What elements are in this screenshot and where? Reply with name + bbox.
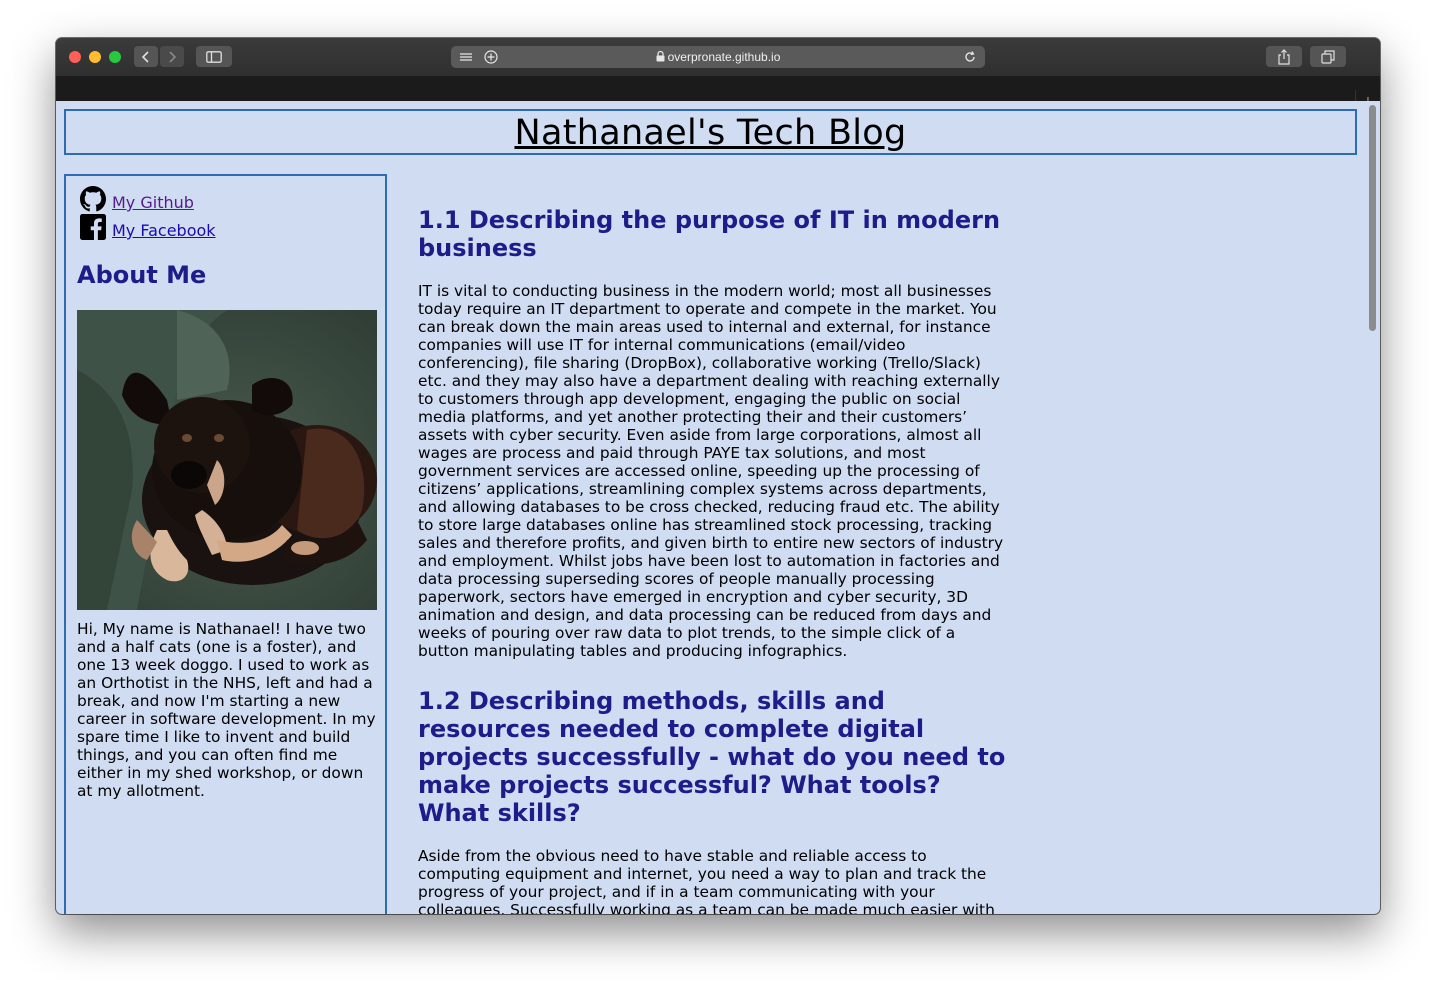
forward-button[interactable] (160, 46, 184, 67)
article-heading: 1.2 Describing methods, skills and resou… (418, 687, 1006, 827)
lock-icon (656, 50, 665, 62)
chevron-left-icon (142, 50, 149, 63)
sidebar: My Github My Facebook About Me Hi, My na… (64, 174, 387, 914)
page-viewport: Nathanael's Tech Blog My Github My Faceb… (56, 101, 1366, 914)
close-window-button[interactable] (69, 51, 81, 63)
github-link[interactable]: My Github (112, 194, 194, 212)
sidebar-icon (206, 50, 222, 63)
tab-strip: + (56, 76, 1380, 114)
about-me-heading: About Me (77, 261, 207, 289)
zoom-window-button[interactable] (109, 51, 121, 63)
article-body: IT is vital to conducting business in th… (418, 282, 1004, 660)
article-body: Aside from the obvious need to have stab… (418, 847, 995, 914)
about-me-text: Hi, My name is Nathanael! I have two and… (77, 620, 376, 800)
back-button[interactable] (134, 46, 158, 67)
reload-icon[interactable] (963, 49, 977, 65)
url-display[interactable]: overpronate.github.io (451, 46, 985, 68)
browser-window: overpronate.github.io + Nathanael's Tech… (56, 38, 1380, 914)
site-title: Nathanael's Tech Blog (514, 113, 907, 153)
tabs-icon (1321, 49, 1335, 64)
page-scrollbar[interactable] (1366, 101, 1380, 914)
share-button[interactable] (1266, 46, 1302, 67)
facebook-link-row[interactable]: My Facebook (80, 214, 216, 240)
main-content: 1.1 Describing the purpose of IT in mode… (418, 179, 1008, 914)
facebook-link[interactable]: My Facebook (112, 222, 216, 240)
browser-toolbar: overpronate.github.io (56, 38, 1380, 77)
github-icon[interactable] (80, 186, 106, 212)
chevron-right-icon (169, 50, 176, 63)
scrollbar-thumb[interactable] (1369, 105, 1376, 331)
github-link-row[interactable]: My Github (80, 186, 194, 212)
minimize-window-button[interactable] (89, 51, 101, 63)
sidebar-toggle-button[interactable] (196, 46, 232, 67)
article-heading: 1.1 Describing the purpose of IT in mode… (418, 206, 1001, 262)
facebook-icon[interactable] (80, 214, 106, 240)
url-text: overpronate.github.io (667, 50, 781, 64)
site-header: Nathanael's Tech Blog (64, 109, 1357, 155)
address-bar[interactable]: overpronate.github.io (451, 46, 985, 68)
tabs-overview-button[interactable] (1310, 46, 1346, 67)
share-icon (1278, 48, 1290, 65)
dog-photo (77, 310, 377, 610)
